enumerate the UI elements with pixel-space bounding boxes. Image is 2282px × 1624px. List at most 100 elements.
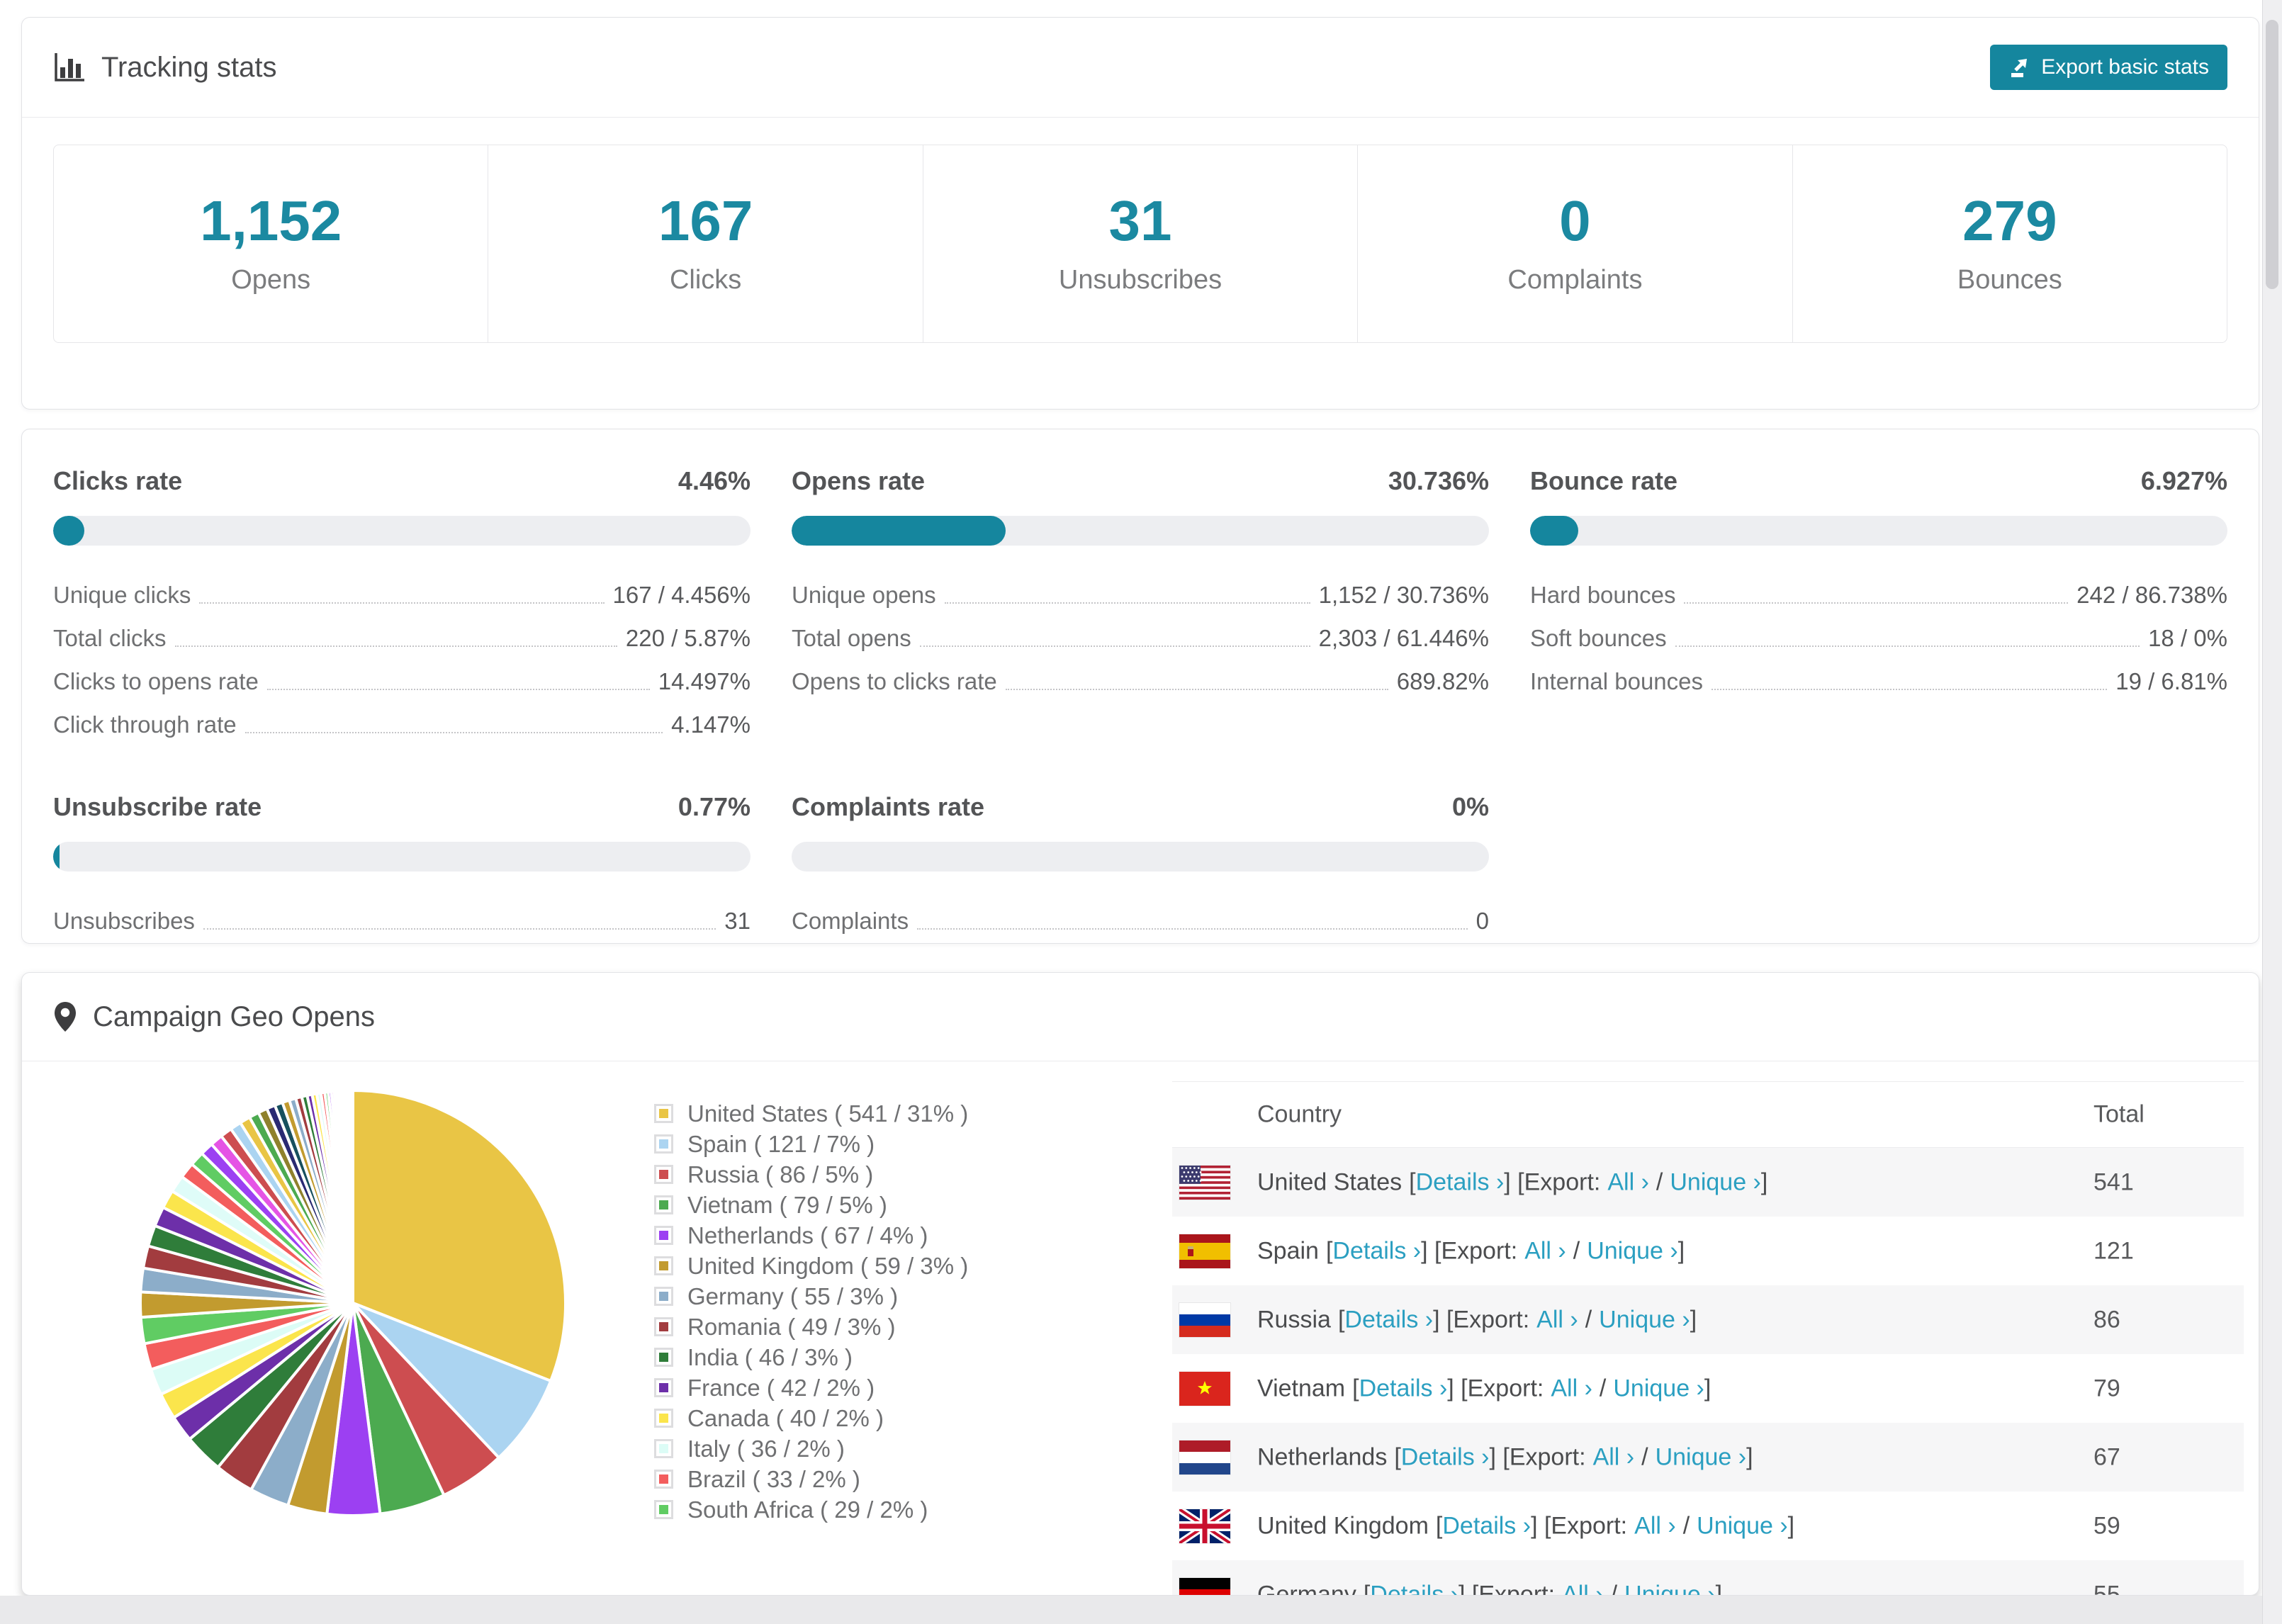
export-all-link[interactable]: All › — [1634, 1512, 1676, 1539]
export-all-link[interactable]: All › — [1593, 1443, 1635, 1470]
legend-item[interactable]: Canada ( 40 / 2% ) — [654, 1403, 968, 1433]
geo-table-header: Country Total — [1172, 1082, 2244, 1148]
legend-item[interactable]: Italy ( 36 / 2% ) — [654, 1433, 968, 1464]
rate-line-label: Click through rate — [53, 711, 237, 738]
legend-item[interactable]: Romania ( 49 / 3% ) — [654, 1312, 968, 1342]
details-link[interactable]: Details › — [1416, 1168, 1505, 1195]
details-link[interactable]: Details › — [1401, 1443, 1490, 1470]
tracking-stats-card: Tracking stats Export basic stats 1,152 … — [21, 17, 2259, 410]
legend-item[interactable]: United States ( 541 / 31% ) — [654, 1098, 968, 1129]
country-flag-icon — [1179, 1440, 1230, 1474]
slash: / — [1610, 1581, 1618, 1596]
country-cell: Spain [Details ›] [Export: All › / Unique ›] — [1257, 1237, 1685, 1265]
rate-line-label: Soft bounces — [1530, 625, 1667, 651]
legend-swatch-icon — [654, 1348, 673, 1367]
stat-label: Bounces — [1957, 264, 2062, 295]
dotted-leader — [944, 602, 1310, 604]
table-row: United States [Details ›] [Export: All › / U… — [1172, 1148, 2244, 1217]
export-unique-link[interactable]: Unique › — [1587, 1237, 1678, 1264]
legend-item[interactable]: Brazil ( 33 / 2% ) — [654, 1464, 968, 1494]
stat-opens: 1,152 Opens — [54, 145, 488, 342]
rate-line-value: 242 / 86.738% — [2076, 582, 2227, 608]
stat-value: 31 — [1108, 188, 1172, 252]
export-unique-link[interactable]: Unique › — [1656, 1443, 1747, 1470]
rate-percent: 0% — [1451, 792, 1489, 821]
rate-percent: 0.77% — [678, 792, 751, 821]
legend-item[interactable]: Germany ( 55 / 3% ) — [654, 1281, 968, 1312]
export-all-link[interactable]: All › — [1551, 1375, 1592, 1402]
dotted-leader — [199, 602, 605, 604]
window-scrollbar[interactable] — [2262, 0, 2282, 1624]
legend-item[interactable]: South Africa ( 29 / 2% ) — [654, 1494, 968, 1525]
rate-line-label: Clicks to opens rate — [53, 668, 259, 694]
country-cell: Germany [Details ›] [Export: All › / Unique … — [1257, 1581, 1722, 1596]
export-unique-link[interactable]: Unique › — [1613, 1375, 1704, 1402]
export-all-link[interactable]: All › — [1562, 1581, 1604, 1595]
export-unique-link[interactable]: Unique › — [1670, 1168, 1761, 1195]
bounce-rate-block: Bounce rate 6.927% Hard bounces 242 / 86.… — [1530, 466, 2227, 747]
legend-label: Netherlands ( 67 / 4% ) — [687, 1222, 928, 1248]
unsubscribe-rate-block: Unsubscribe rate 0.77% Unsubscribes 31 — [53, 792, 751, 943]
country-total: 79 — [2093, 1375, 2120, 1402]
country-cell: United Kingdom [Details ›] [Export: All › /… — [1257, 1512, 1794, 1540]
export-label: ] [Export: — [1433, 1306, 1530, 1333]
rate-line: Unique opens 1,152 / 30.736% — [792, 574, 1489, 617]
legend-label: United Kingdom ( 59 / 3% ) — [687, 1252, 969, 1279]
export-icon — [2011, 59, 2028, 77]
legend-item[interactable]: India ( 46 / 3% ) — [654, 1342, 968, 1372]
export-basic-stats-button[interactable]: Export basic stats — [1990, 45, 2227, 90]
bracket: [ — [1409, 1168, 1416, 1195]
bracket: ] — [1690, 1306, 1697, 1333]
details-link[interactable]: Details › — [1370, 1581, 1458, 1595]
legend-label: Russia ( 86 / 5% ) — [687, 1161, 874, 1188]
export-all-link[interactable]: All › — [1607, 1168, 1649, 1195]
legend-item[interactable]: Vietnam ( 79 / 5% ) — [654, 1190, 968, 1220]
country-flag-icon — [1179, 1371, 1230, 1406]
rate-title: Clicks rate — [53, 466, 183, 495]
slash: / — [1656, 1168, 1663, 1195]
details-link[interactable]: Details › — [1442, 1512, 1531, 1539]
stat-label: Clicks — [669, 264, 742, 295]
export-label: ] [Export: — [1531, 1512, 1628, 1539]
details-link[interactable]: Details › — [1332, 1237, 1421, 1264]
stat-label: Complaints — [1507, 264, 1643, 295]
bracket: [ — [1352, 1375, 1359, 1402]
slash: / — [1599, 1375, 1607, 1402]
details-link[interactable]: Details › — [1344, 1306, 1433, 1333]
export-all-link[interactable]: All › — [1536, 1306, 1578, 1333]
dotted-leader — [174, 645, 617, 647]
rate-line: Unsubscribes 31 — [53, 900, 751, 943]
legend-item[interactable]: Netherlands ( 67 / 4% ) — [654, 1220, 968, 1251]
rate-line-label: Unique opens — [792, 582, 936, 608]
legend-item[interactable]: Spain ( 121 / 7% ) — [654, 1129, 968, 1159]
legend-item[interactable]: France ( 42 / 2% ) — [654, 1372, 968, 1403]
export-all-link[interactable]: All › — [1524, 1237, 1566, 1264]
bracket: [ — [1363, 1581, 1371, 1596]
legend-swatch-icon — [654, 1134, 673, 1154]
country-total: 86 — [2093, 1306, 2120, 1333]
slash: / — [1573, 1237, 1580, 1264]
stat-complaints: 0 Complaints — [1357, 145, 1792, 342]
export-unique-link[interactable]: Unique › — [1624, 1581, 1716, 1595]
bracket: ] — [1760, 1168, 1768, 1195]
details-link[interactable]: Details › — [1359, 1375, 1448, 1402]
legend-item[interactable]: United Kingdom ( 59 / 3% ) — [654, 1251, 968, 1281]
table-row: Vietnam [Details ›] [Export: All › / Unique … — [1172, 1354, 2244, 1423]
country-cell: Netherlands [Details ›] [Export: All › / Uni… — [1257, 1443, 1753, 1471]
legend-item[interactable]: Russia ( 86 / 5% ) — [654, 1159, 968, 1190]
geo-content: United States ( 541 / 31% ) Spain ( 121 … — [22, 1061, 2259, 1596]
dotted-leader — [244, 732, 663, 733]
export-button-label: Export basic stats — [2041, 55, 2209, 79]
legend-label: Brazil ( 33 / 2% ) — [687, 1465, 860, 1492]
country-total: 541 — [2093, 1168, 2134, 1195]
rate-line: Internal bounces 19 / 6.81% — [1530, 660, 2227, 704]
geo-title: Campaign Geo Opens — [93, 1000, 376, 1032]
export-unique-link[interactable]: Unique › — [1697, 1512, 1788, 1539]
legend-label: Canada ( 40 / 2% ) — [687, 1404, 884, 1431]
export-unique-link[interactable]: Unique › — [1599, 1306, 1690, 1333]
scrollbar-thumb[interactable] — [2266, 20, 2278, 289]
stat-value: 0 — [1559, 188, 1591, 252]
country-name: Netherlands — [1257, 1443, 1388, 1470]
rate-line: Unique clicks 167 / 4.456% — [53, 574, 751, 617]
country-total: 121 — [2093, 1237, 2134, 1264]
